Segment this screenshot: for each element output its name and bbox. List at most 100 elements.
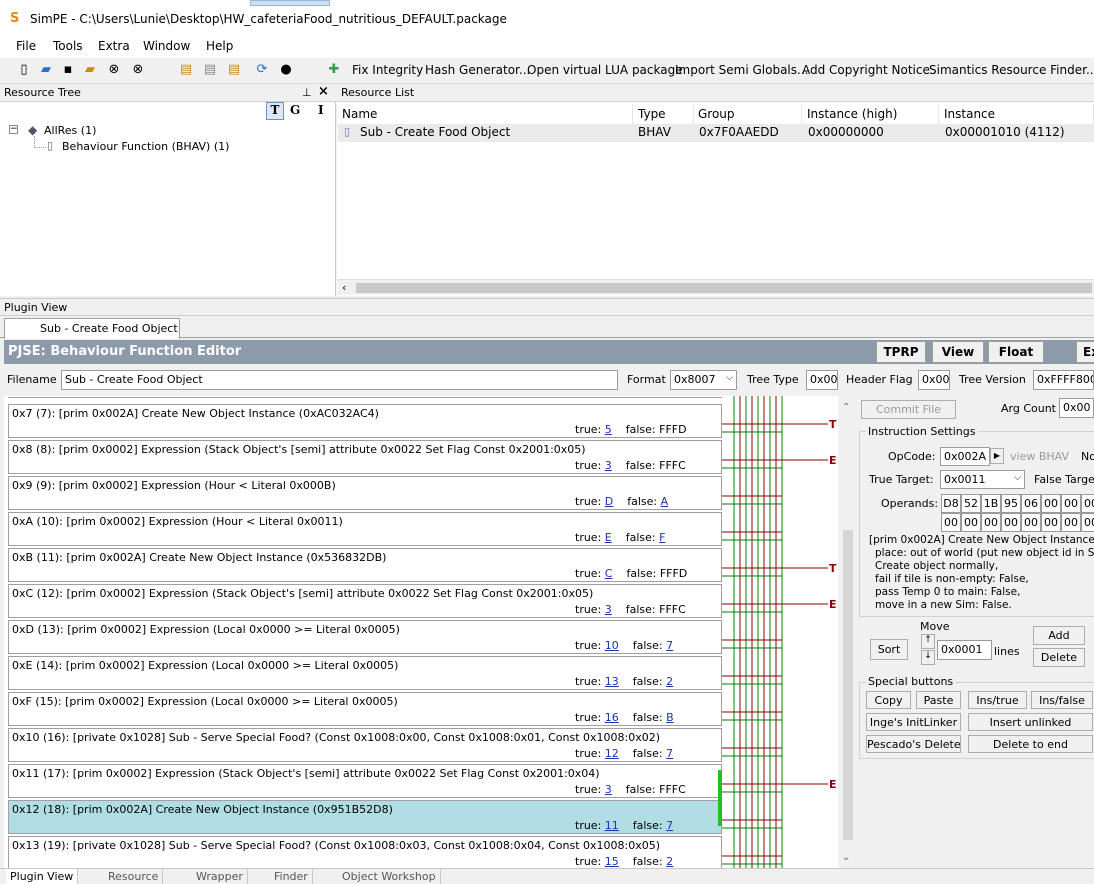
tree-child-item[interactable]: Behaviour Function (BHAV) (1)	[62, 140, 229, 153]
delete-button[interactable]: Delete	[1033, 648, 1085, 667]
operand-cell[interactable]: D8	[941, 494, 961, 513]
tree-instance-button[interactable]: I	[318, 103, 324, 117]
operand-cell[interactable]: 06	[1021, 494, 1041, 513]
col-instance[interactable]: Instance	[940, 104, 1094, 124]
save-icon[interactable]: ▪	[60, 62, 76, 78]
operand-cell[interactable]: 1B	[981, 494, 1001, 513]
operand-cell[interactable]: 00	[1081, 494, 1094, 513]
move-lines-input[interactable]: 0x0001	[937, 640, 992, 660]
operand-cell[interactable]: 00	[1081, 513, 1094, 532]
comment-icon[interactable]: ▤	[202, 62, 218, 78]
notes-icon[interactable]: ▤	[226, 62, 242, 78]
save-as-icon[interactable]: ▰	[82, 62, 98, 78]
arg-count-input[interactable]: 0x00	[1059, 398, 1094, 418]
scroll-up-icon[interactable]: ⌃	[842, 402, 850, 413]
operand-cell[interactable]: 00	[1041, 513, 1061, 532]
menu-window[interactable]: Window	[143, 39, 190, 53]
vscroll-thumb[interactable]	[843, 530, 853, 840]
col-name[interactable]: Name	[338, 104, 633, 124]
tab-wrapper[interactable]: Wrapper	[192, 869, 248, 884]
menu-extra[interactable]: Extra	[98, 39, 130, 53]
instruction-description: [prim 0x002A] Create New Object Instance…	[869, 534, 1094, 612]
open-folder-icon[interactable]: ▰	[38, 62, 54, 78]
move-up-arrow-icon[interactable]: ↑	[921, 634, 935, 649]
add-button[interactable]: Add	[1033, 626, 1085, 645]
format-label: Format	[627, 373, 666, 386]
view-bhav-link[interactable]: view BHAV	[1010, 450, 1069, 463]
format-select[interactable]: 0x8007 ⌵	[670, 370, 737, 390]
pin-icon[interactable]: ⊥	[302, 86, 312, 99]
scrollbar-thumb[interactable]	[356, 283, 1092, 293]
tab-finder[interactable]: Finder	[270, 869, 313, 884]
commit-file-button[interactable]: Commit File	[861, 400, 956, 419]
col-type[interactable]: Type	[634, 104, 694, 124]
operand-cell[interactable]: 00	[1001, 513, 1021, 532]
opcode-go-button[interactable]: ▶	[990, 448, 1004, 464]
scroll-left-icon[interactable]: ‹	[342, 281, 346, 294]
operand-cell[interactable]: 00	[1061, 513, 1081, 532]
simantics-finder-button[interactable]: Simantics Resource Finder...	[929, 63, 1094, 77]
scroll-down-icon[interactable]: ⌄	[842, 852, 850, 863]
user-icon[interactable]: ●	[278, 62, 294, 78]
tree-group-button[interactable]: G	[290, 103, 300, 117]
menu-tools[interactable]: Tools	[53, 39, 83, 53]
col-instance-high[interactable]: Instance (high)	[803, 104, 939, 124]
tab-plugin-view[interactable]: Plugin View	[6, 869, 79, 884]
ins-true-button[interactable]: Ins/true	[968, 691, 1027, 709]
header-flag-input[interactable]: 0x00	[918, 370, 950, 390]
tree-type-input[interactable]: 0x00	[806, 370, 838, 390]
operand-cell[interactable]: 52	[961, 494, 981, 513]
fix-integrity-button[interactable]: Fix Integrity	[352, 63, 423, 77]
float-button[interactable]: Float	[988, 341, 1044, 363]
checklist-icon[interactable]: ▤	[178, 62, 194, 78]
tprp-button[interactable]: TPRP	[876, 341, 926, 363]
export-button[interactable]: Ex	[1076, 341, 1094, 363]
copy-button[interactable]: Copy	[866, 691, 911, 709]
operand-cell[interactable]: 00	[1041, 494, 1061, 513]
inge-initlinker-button[interactable]: Inge's InitLinker	[866, 713, 961, 731]
close-all-icon[interactable]: ⊗	[130, 62, 146, 78]
ins-false-button[interactable]: Ins/false	[1031, 691, 1093, 709]
new-file-icon[interactable]: ▯	[16, 62, 32, 78]
puzzle-icon[interactable]: ✚	[326, 62, 342, 78]
menu-help[interactable]: Help	[206, 39, 233, 53]
refresh-icon[interactable]: ⟳	[254, 62, 270, 78]
collapse-icon[interactable]: −	[9, 125, 18, 134]
tab-resource[interactable]: Resource	[104, 869, 164, 884]
sort-button[interactable]: Sort	[870, 639, 908, 660]
close-icon[interactable]: ×	[318, 84, 329, 99]
operand-cell[interactable]: 00	[941, 513, 961, 532]
hash-generator-button[interactable]: Hash Generator...	[425, 63, 530, 77]
tree-type-label: Tree Type	[747, 373, 799, 386]
menu-file[interactable]: File	[16, 39, 36, 53]
filename-input[interactable]: Sub - Create Food Object	[61, 370, 618, 390]
open-lua-button[interactable]: Open virtual LUA package	[527, 63, 683, 77]
close-icon[interactable]: ⊗	[106, 62, 122, 78]
true-target-select[interactable]: 0x0011 ⌵	[940, 470, 1025, 489]
tree-root-item[interactable]: AllRes (1)	[44, 124, 96, 137]
tab-object-workshop[interactable]: Object Workshop	[338, 869, 441, 884]
add-copyright-button[interactable]: Add Copyright Notice	[802, 63, 930, 77]
operand-cell[interactable]: 00	[961, 513, 981, 532]
paste-button[interactable]: Paste	[916, 691, 961, 709]
instruction-list[interactable]: 0x7 (7): [prim 0x002A] Create New Object…	[4, 396, 838, 868]
opcode-input[interactable]: 0x002A	[940, 447, 990, 466]
horizontal-scrollbar[interactable]: ‹	[338, 279, 1094, 295]
import-semi-globals-button[interactable]: Import Semi Globals...	[675, 63, 808, 77]
operand-cell[interactable]: 00	[1061, 494, 1081, 513]
operand-cell[interactable]: 95	[1001, 494, 1021, 513]
col-group[interactable]: Group	[694, 104, 802, 124]
operand-cell[interactable]: 00	[981, 513, 1001, 532]
tab-create-food-object[interactable]: Sub - Create Food Object	[4, 318, 180, 339]
false-target-label: False Target	[1034, 473, 1094, 486]
operand-cell[interactable]: 00	[1021, 513, 1041, 532]
move-down-arrow-icon[interactable]: ↓	[921, 650, 935, 665]
view-button[interactable]: View	[932, 341, 984, 363]
resource-list-title: Resource List	[341, 86, 415, 99]
insert-unlinked-button[interactable]: Insert unlinked	[968, 713, 1093, 731]
tree-type-button[interactable]: T	[266, 102, 284, 120]
pescado-delete-button[interactable]: Pescado's Delete	[866, 735, 961, 753]
tree-version-input[interactable]: 0xFFFF800A	[1033, 370, 1094, 390]
delete-to-end-button[interactable]: Delete to end	[968, 735, 1093, 753]
vertical-scrollbar[interactable]	[840, 420, 854, 850]
